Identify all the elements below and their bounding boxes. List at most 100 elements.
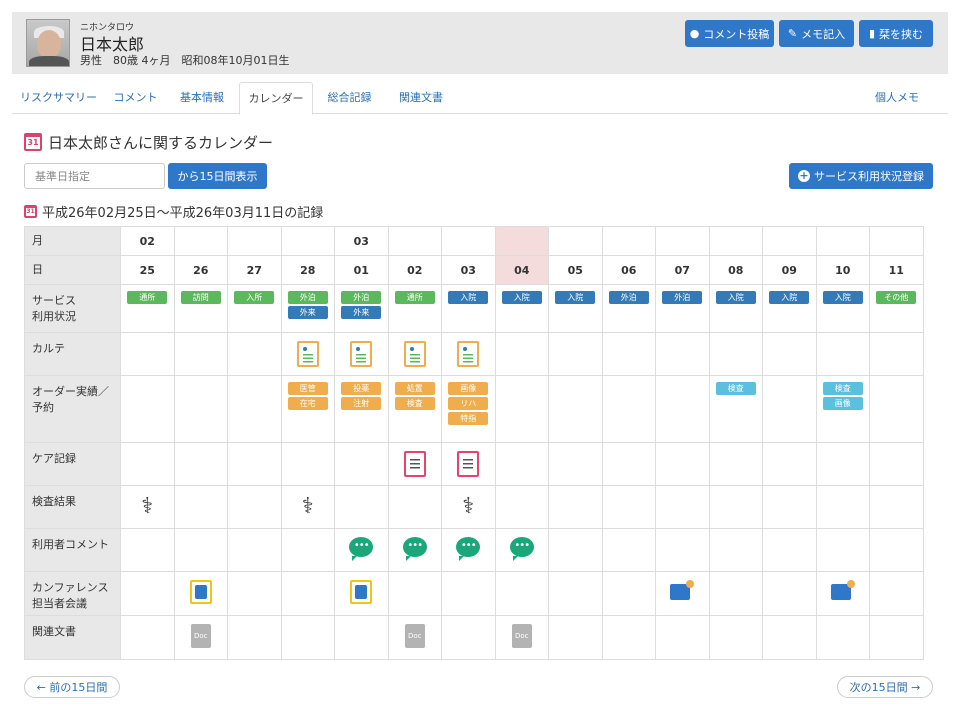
month-cell [869,226,924,256]
chat-bubble-icon[interactable]: ••• [456,537,481,561]
calendar-cell: ⚕ [441,485,496,529]
day-cell: 03 [441,255,496,285]
care-record-icon[interactable] [403,451,426,477]
calendar-cell: 医管 在宅 [280,375,335,443]
memo-button[interactable]: ✎ メモ記入 [779,20,854,47]
next-15days-button[interactable]: 次の15日間 → [837,676,933,698]
tab-risk-summary[interactable]: リスクサマリー [12,82,105,114]
order-badge[interactable]: 検査 [715,382,756,395]
calendar-cell: ••• [334,528,389,572]
service-badge[interactable]: 訪問 [180,291,221,304]
calendar-cell [227,485,282,529]
comment-post-button[interactable]: ● コメント投稿 [685,20,774,47]
service-badge[interactable]: 通所 [127,291,168,304]
order-badge[interactable]: 特指 [448,412,489,425]
prev-15days-button[interactable]: ← 前の15日間 [24,676,120,698]
document-icon[interactable]: Doc [511,624,532,648]
conference-icon[interactable] [350,580,373,604]
month-cell [173,226,228,256]
base-date-input[interactable] [24,163,165,189]
order-badge[interactable]: 検査 [822,382,863,395]
calendar-cell [815,528,870,572]
calendar-cell: Doc [387,615,442,660]
service-badge[interactable]: 入院 [448,291,489,304]
karte-icon[interactable] [296,341,319,367]
service-badge[interactable]: 外泊 [662,291,703,304]
care-record-icon[interactable] [457,451,480,477]
service-badge[interactable]: 通所 [394,291,435,304]
calendar-cell [387,332,442,376]
calendar-cell [173,332,228,376]
service-badge[interactable]: 入院 [769,291,810,304]
conference-icon[interactable] [830,580,855,602]
calendar-cell [708,332,763,376]
service-register-button[interactable]: + サービス利用状況登録 [789,163,933,189]
calendar-cell [548,571,603,616]
calendar-cell [762,528,817,572]
karte-icon[interactable] [350,341,373,367]
calendar-cell [601,615,656,660]
order-list: 処置 検査 [389,376,442,410]
karte-icon[interactable] [457,341,480,367]
memo-label: メモ記入 [801,27,846,41]
service-badge[interactable]: 外泊 [608,291,649,304]
service-badge[interactable]: 入院 [822,291,863,304]
stethoscope-icon[interactable]: ⚕ [462,494,474,520]
tab-basic-info[interactable]: 基本情報 [167,82,237,114]
month-cell [548,226,603,256]
stethoscope-icon[interactable]: ⚕ [141,494,153,520]
order-badge[interactable]: 注射 [341,397,382,410]
row-label-karte: カルテ [24,332,121,376]
service-list: その他 [870,285,923,304]
order-badge[interactable]: 処置 [394,382,435,395]
order-badge[interactable]: 検査 [394,397,435,410]
bookmark-button[interactable]: ▮ 栞を挟む [859,20,933,47]
month-cell: 03 [334,226,389,256]
month-cell [815,226,870,256]
tab-related-docs[interactable]: 関連文書 [386,82,456,114]
calendar-cell [869,485,924,529]
karte-icon[interactable] [403,341,426,367]
tab-calendar[interactable]: カレンダー [239,82,313,115]
chat-bubble-icon[interactable]: ••• [509,537,534,561]
order-badge[interactable]: 在宅 [287,397,328,410]
service-badge[interactable]: 入院 [555,291,596,304]
calendar-cell [120,571,175,616]
conference-icon[interactable] [670,580,695,602]
row-label-care: ケア記録 [24,442,121,486]
tab-summary-record[interactable]: 総合記録 [317,82,382,114]
chat-bubble-icon[interactable]: ••• [349,537,374,561]
service-badge[interactable]: 外泊 [341,291,382,304]
page-title-text: 日本太郎さんに関するカレンダー [48,133,274,152]
calendar-icon: 31 [24,133,42,151]
order-badge[interactable]: 画像 [822,397,863,410]
service-badge[interactable]: 入院 [501,291,542,304]
conference-icon[interactable] [189,580,212,604]
order-badge[interactable]: 投薬 [341,382,382,395]
calendar-cell [280,442,335,486]
service-badge[interactable]: 外来 [287,306,328,319]
service-badge[interactable]: 外来 [341,306,382,319]
order-badge[interactable]: リハ [448,397,489,410]
service-badge[interactable]: その他 [876,291,917,304]
document-icon[interactable]: Doc [404,624,425,648]
tab-comment[interactable]: コメント [107,82,164,114]
calendar-cell [173,528,228,572]
day-cell: 25 [120,255,175,285]
document-icon[interactable]: Doc [190,624,211,648]
order-list: 検査 [710,376,763,395]
service-badge[interactable]: 入院 [715,291,756,304]
comment-icon-wrap: ••• [335,529,388,561]
stethoscope-icon[interactable]: ⚕ [302,494,314,520]
order-badge[interactable]: 画像 [448,382,489,395]
order-badge[interactable]: 医管 [287,382,328,395]
service-badge[interactable]: 外泊 [287,291,328,304]
exam-icon-wrap: ⚕ [121,486,174,520]
calendar-cell: その他 [869,284,924,333]
chat-bubble-icon[interactable]: ••• [402,537,427,561]
show-15days-button[interactable]: から15日間表示 [168,163,267,189]
conference-icon-wrap [656,572,709,602]
calendar-cell [815,442,870,486]
tab-personal-memo[interactable]: 個人メモ [864,82,930,114]
service-badge[interactable]: 入所 [234,291,275,304]
